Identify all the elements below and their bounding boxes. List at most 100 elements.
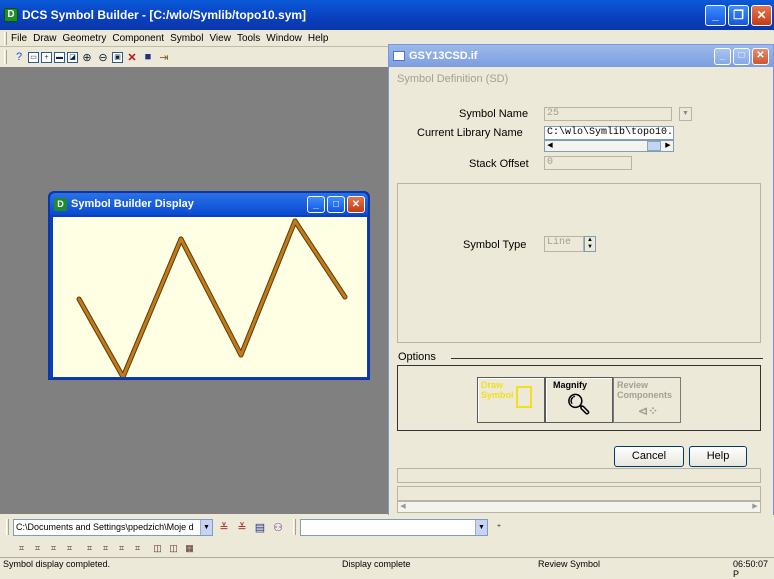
dialog-minimize-icon[interactable]: _ <box>714 48 731 65</box>
dialog-hscrollbar[interactable]: ◀ ▶ <box>397 501 761 513</box>
menu-tools[interactable]: Tools <box>237 33 260 44</box>
dialog-scroll-left-icon[interactable]: ◀ <box>398 502 408 512</box>
cancel-button[interactable]: Cancel <box>614 446 684 467</box>
library-hscrollbar[interactable]: ◀ ▶ <box>544 140 674 152</box>
component-tool-10-icon[interactable]: ◫ <box>166 541 181 555</box>
component-tool-11-icon[interactable]: ▦ <box>182 541 197 555</box>
magnify-button[interactable]: Magnify 🔍︎ <box>545 377 613 423</box>
symbol-line-segment <box>239 219 297 357</box>
zoom-in-icon[interactable]: ⊕ <box>80 50 94 64</box>
menu-help[interactable]: Help <box>308 33 329 44</box>
whats-this-icon[interactable]: ? <box>12 50 26 64</box>
component-tool-8-icon[interactable]: ⌗ <box>130 541 145 555</box>
child-close-icon[interactable]: ✕ <box>347 196 365 213</box>
component-toolbar: ⌗ ⌗ ⌗ ⌗ ⌗ ⌗ ⌗ ⌗ ◫ ◫ ▦ <box>0 539 774 557</box>
symbol-type-panel <box>397 183 761 343</box>
options-label: Options <box>398 351 436 363</box>
tool-b-icon[interactable]: ≚ <box>235 520 249 534</box>
component-tool-6-icon[interactable]: ⌗ <box>98 541 113 555</box>
path-dropdown-icon[interactable]: ▼ <box>200 519 212 535</box>
menu-window[interactable]: Window <box>266 33 302 44</box>
dialog-close-icon[interactable]: ✕ <box>752 48 769 65</box>
menu-geometry[interactable]: Geometry <box>62 33 106 44</box>
main-toolbar: ? ▭ + ▬ ◪ ⊕ ⊖ ▣ ✕ ■ ⇥ <box>0 48 390 66</box>
child-minimize-icon[interactable]: _ <box>307 196 325 213</box>
scroll-left-icon[interactable]: ◀ <box>545 141 555 151</box>
draw-symbol-label: Draw Symbol <box>481 380 514 400</box>
menu-symbol[interactable]: Symbol <box>170 33 203 44</box>
zoom-out-icon[interactable]: ⊖ <box>96 50 110 64</box>
bottom-toolbar: C:\Documents and Settings\ppedzich\Moje … <box>0 515 774 539</box>
magnify-icon: 🔍︎ <box>566 394 592 416</box>
review-components-button[interactable]: Review Components ⊲⁘ <box>613 377 681 423</box>
draw-symbol-button[interactable]: Draw Symbol <box>477 377 545 423</box>
component-tool-2-icon[interactable]: ⌗ <box>30 541 45 555</box>
symbol-line-segment <box>121 237 183 379</box>
status-left: Symbol display completed. <box>3 559 111 569</box>
symbol-type-spinner-icon[interactable]: ▲ ▼ <box>584 236 596 252</box>
section-title: Symbol Definition (SD) <box>397 73 509 85</box>
save-icon[interactable]: ■ <box>141 50 155 64</box>
dialog-status-line-2 <box>397 486 761 501</box>
delete-icon[interactable]: ✕ <box>125 50 139 64</box>
symbol-type-label: Symbol Type <box>463 239 527 251</box>
menu-component[interactable]: Component <box>112 33 164 44</box>
status-time: 06:50:07 P <box>733 559 769 579</box>
tool-c-icon[interactable]: ▤ <box>253 520 267 534</box>
path-value: C:\Documents and Settings\ppedzich\Moje … <box>16 522 194 532</box>
secondary-dropdown-icon[interactable]: ▼ <box>475 519 487 535</box>
library-name-field[interactable]: C:\wlo\Symlib\topo10. <box>544 126 674 140</box>
child-maximize-icon[interactable]: □ <box>327 196 345 213</box>
add-icon[interactable]: + <box>41 51 52 63</box>
symbol-display-window: D Symbol Builder Display _ □ ✕ <box>48 191 370 380</box>
scroll-thumb[interactable] <box>647 141 661 151</box>
dialog-status-line-1 <box>397 468 761 483</box>
component-tool-3-icon[interactable]: ⌗ <box>46 541 61 555</box>
review-components-label: Review Components <box>617 380 672 400</box>
library-name-label: Current Library Name <box>417 127 523 139</box>
minimize-icon[interactable]: _ <box>705 5 726 26</box>
path-combo[interactable]: C:\Documents and Settings\ppedzich\Moje … <box>13 518 213 536</box>
dialog-scroll-right-icon[interactable]: ▶ <box>750 502 760 512</box>
close-icon[interactable]: ✕ <box>751 5 772 26</box>
dialog-maximize-icon[interactable]: □ <box>733 48 750 65</box>
symbol-canvas[interactable] <box>53 217 367 380</box>
component-tool-1-icon[interactable]: ⌗ <box>14 541 29 555</box>
exit-icon[interactable]: ⇥ <box>157 50 171 64</box>
stack-offset-field[interactable]: 0 <box>544 156 632 170</box>
dialog-window-icon <box>393 51 405 61</box>
symbol-name-dropdown-icon[interactable]: ▼ <box>679 107 692 121</box>
tool-e-icon[interactable]: ⁺ <box>492 520 506 534</box>
bottom-grip-2 <box>293 519 296 535</box>
tool-a-icon[interactable]: ≚ <box>217 520 231 534</box>
stack-offset-label: Stack Offset <box>469 158 529 170</box>
symbol-definition-dialog: GSY13CSD.if _ □ ✕ Symbol Definition (SD)… <box>388 44 774 518</box>
toolbar-grip <box>4 50 7 64</box>
component-tool-7-icon[interactable]: ⌗ <box>114 541 129 555</box>
symbol-line-segment <box>179 237 243 357</box>
scroll-right-icon[interactable]: ▶ <box>663 141 673 151</box>
component-tool-5-icon[interactable]: ⌗ <box>82 541 97 555</box>
fit-icon[interactable]: ▬ <box>54 51 65 63</box>
help-button[interactable]: Help <box>689 446 747 467</box>
status-bar: Symbol display completed. Display comple… <box>0 557 774 579</box>
app-title: DCS Symbol Builder - [C:/wlo/Symlib/topo… <box>22 8 307 22</box>
restore-icon[interactable]: ❐ <box>728 5 749 26</box>
symbol-line-segment <box>77 297 125 379</box>
component-tool-4-icon[interactable]: ⌗ <box>62 541 77 555</box>
status-middle: Display complete <box>342 559 411 569</box>
draw-symbol-icon <box>516 386 532 408</box>
frame-icon[interactable]: ◪ <box>67 51 78 63</box>
tool-d-icon[interactable]: ⚇ <box>271 520 285 534</box>
zoom-box-icon[interactable]: ▣ <box>112 51 123 63</box>
menu-draw[interactable]: Draw <box>33 33 56 44</box>
menu-file[interactable]: File <box>11 33 27 44</box>
symbol-type-field[interactable]: Line <box>544 236 584 252</box>
symbol-name-field[interactable]: 25 <box>544 107 672 121</box>
menu-view[interactable]: View <box>209 33 231 44</box>
magnify-label: Magnify <box>553 380 588 390</box>
secondary-combo[interactable]: ▼ <box>300 518 488 536</box>
component-tool-9-icon[interactable]: ◫ <box>150 541 165 555</box>
review-components-icon: ⊲⁘ <box>638 404 659 418</box>
new-icon[interactable]: ▭ <box>28 51 39 63</box>
